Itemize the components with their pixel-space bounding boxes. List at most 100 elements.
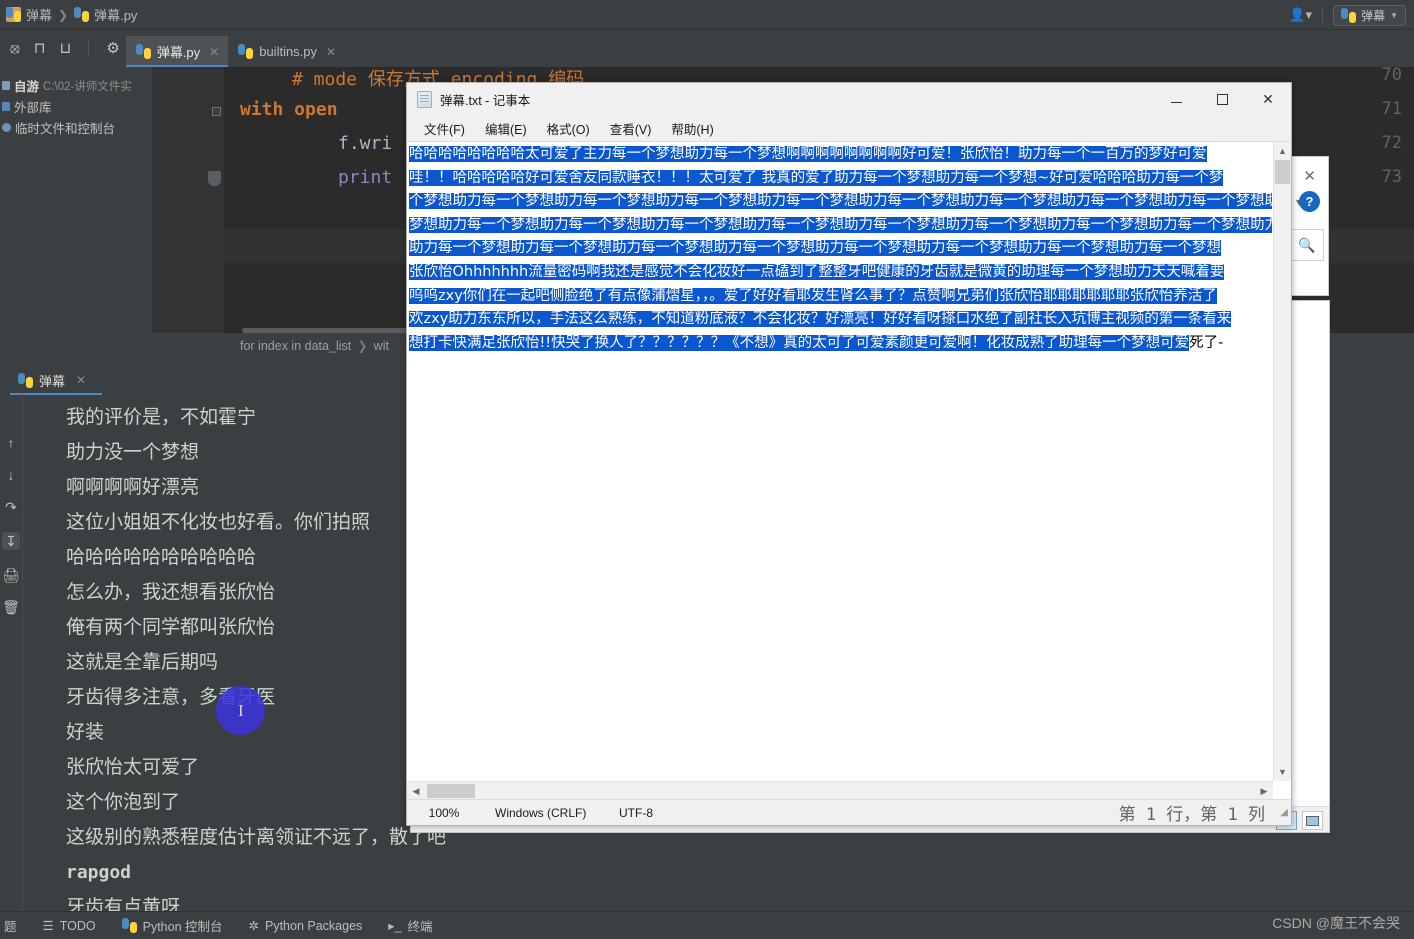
print-icon[interactable]: 🖨 [2, 568, 20, 582]
window-buttons: ✕ [1153, 83, 1291, 115]
menu-edit[interactable]: 编辑(E) [476, 117, 536, 140]
menu-view[interactable]: 查看(V) [601, 117, 661, 140]
notepad-title: 弹幕.txt - 记事本 [440, 93, 531, 108]
line-ending: Windows (CRLF) [495, 805, 587, 820]
tab-danmu-py[interactable]: 弹幕.py ✕ [125, 36, 229, 67]
close-icon[interactable]: ✕ [76, 373, 86, 387]
resize-grip-icon[interactable]: ◢ [1280, 807, 1288, 818]
status-python-packages[interactable]: ✲ Python Packages [248, 918, 363, 934]
text-line: 助力每一个梦想助力每一个梦想助力每一个梦想助力每一个梦想助力每一个梦想助力每一个… [409, 240, 1221, 257]
menu-format[interactable]: 格式(O) [538, 117, 599, 140]
status-terminal-label: 终端 [407, 920, 433, 934]
toolbar-right-group: 👤▾ 弹幕 ▼ [1289, 0, 1406, 30]
breakpoint-marker-icon[interactable] [208, 171, 221, 186]
status-terminal[interactable]: ▸_ 终端 [388, 916, 432, 935]
scroll-up-icon[interactable]: ▲ [1274, 142, 1291, 160]
breadcrumb-separator-icon: ❯ [58, 7, 69, 22]
zoom-level: 100% [428, 805, 460, 820]
status-python-console[interactable]: Python 控制台 [121, 916, 223, 935]
editor-toolbar-icons: ⦻ ⊓ ⊔ ⚙ [0, 30, 126, 67]
close-icon[interactable]: ✕ [209, 45, 219, 59]
scroll-left-icon[interactable]: ◀ [407, 782, 425, 799]
code-line-73: print [338, 167, 393, 188]
project-item-external-libraries[interactable]: 外部库 [0, 96, 152, 117]
run-configuration-selector[interactable]: 弹幕 ▼ [1333, 4, 1406, 26]
text-line-tail: 死了- [1189, 334, 1224, 351]
scroll-to-end-icon[interactable]: ↧ [2, 532, 20, 550]
user-accounts-icon[interactable]: 👤▾ [1289, 7, 1312, 23]
tab-builtins-py[interactable]: builtins.py ✕ [228, 36, 345, 67]
arrow-up-icon[interactable]: ↑ [8, 436, 15, 450]
code-line-71: with open [240, 99, 338, 120]
notepad-title-bar[interactable]: 弹幕.txt - 记事本 ✕ [407, 83, 1291, 115]
tab-label: builtins.py [259, 44, 318, 59]
toolbar-divider [88, 40, 90, 57]
wrap-text-icon[interactable]: ↷ [5, 500, 17, 514]
arrow-down-icon[interactable]: ↓ [8, 468, 15, 482]
horizontal-scroll-thumb[interactable] [427, 784, 475, 798]
python-file-icon [238, 44, 254, 59]
breadcrumb-file-label: 弹幕.py [94, 8, 138, 23]
watermark-text: CSDN @魔王不会哭 [1272, 915, 1400, 931]
trash-icon[interactable]: 🗑 [2, 600, 20, 614]
list-icon [1306, 815, 1319, 826]
notepad-window[interactable]: 弹幕.txt - 记事本 ✕ 文件(F) 编辑(E) 格式(O) 查看(V) 帮… [406, 82, 1292, 826]
notepad-text-content[interactable]: 哈哈哈哈哈哈哈哈太可爱了主力每一个梦想助力每一个梦想啊啊啊啊啊啊啊啊好可爱！张欣… [409, 143, 1272, 355]
close-icon[interactable]: ✕ [1303, 167, 1316, 185]
large-icons-view-button[interactable] [1302, 811, 1323, 830]
console-line: 牙齿有点黄呀 [66, 896, 181, 911]
close-button[interactable]: ✕ [1245, 83, 1291, 115]
status-todo[interactable]: ☰ TODO [43, 918, 96, 934]
ide-status-bar: 题 ☰ TODO Python 控制台 ✲ Python Packages ▸_… [0, 911, 1414, 939]
gear-icon[interactable]: ⚙ [106, 41, 119, 56]
scroll-right-icon[interactable]: ▶ [1255, 782, 1273, 799]
maximize-button[interactable] [1199, 83, 1245, 115]
text-line: 欢zxy助力东东所以，手法这么熟练，不知道粉底液？不会化妆？好漂亮！好好看呀搽口… [409, 311, 1232, 328]
notepad-text-area[interactable]: 哈哈哈哈哈哈哈哈太可爱了主力每一个梦想助力每一个梦想啊啊啊啊啊啊啊啊好可爱！张欣… [407, 141, 1291, 799]
minimize-button[interactable] [1153, 83, 1199, 115]
notepad-horizontal-scrollbar[interactable]: ◀ ▶ [407, 781, 1273, 799]
expand-icon[interactable]: ⊔ [60, 41, 72, 56]
terminal-icon: ▸_ [388, 919, 402, 933]
project-item-path: C:\02-讲师文件实 [43, 80, 132, 93]
status-python-console-label: Python 控制台 [142, 920, 223, 934]
packages-icon: ✲ [248, 919, 259, 933]
cursor-position: 第 1 行，第 1 列 [1118, 805, 1265, 825]
editor-breadcrumb-item-1[interactable]: wit [374, 339, 389, 353]
editor-tab-bar: ⦻ ⊓ ⊔ ⚙ 弹幕.py ✕ builtins.py ✕ [0, 30, 1414, 67]
module-icon [2, 81, 10, 90]
help-icon[interactable]: ? [1299, 191, 1320, 212]
file-tabs: 弹幕.py ✕ builtins.py ✕ [125, 30, 345, 67]
target-icon[interactable]: ⦻ [10, 41, 20, 56]
project-item-label: 自游 [14, 80, 40, 94]
breadcrumb-file[interactable]: 弹幕.py [74, 5, 137, 24]
vertical-scroll-thumb[interactable] [1275, 160, 1290, 184]
library-icon [2, 102, 10, 111]
menu-help[interactable]: 帮助(H) [662, 117, 722, 140]
notepad-vertical-scrollbar[interactable]: ▲ ▼ [1273, 142, 1291, 781]
folder-icon [6, 7, 21, 22]
breadcrumb-project[interactable]: 弹幕 [0, 5, 52, 24]
notepad-status-bar: 第 1 行，第 1 列 100% Windows (CRLF) UTF-8 ◢ [407, 799, 1291, 825]
python-file-icon [74, 7, 90, 22]
console-line: rapgod [66, 862, 132, 883]
chevron-down-icon: ▼ [1390, 10, 1398, 20]
project-item-root[interactable]: 自游 C:\02-讲师文件实 [0, 75, 152, 96]
project-item-scratches[interactable]: 临时文件和控制台 [0, 117, 152, 138]
line-number: 70 [1381, 67, 1402, 85]
search-icon[interactable]: 🔍 [1290, 229, 1324, 261]
close-icon[interactable]: ✕ [326, 45, 336, 59]
status-problems[interactable]: 题 [4, 916, 17, 935]
editor-breadcrumb-item-0[interactable]: for index in data_list [240, 339, 351, 353]
text-line: 想打卡快满足张欣怡!!快哭了换人了？？？？？？《不想》真的太可了可爱素颜更可爱啊… [409, 334, 1190, 351]
collapse-icon[interactable]: ⊓ [34, 41, 46, 56]
run-configuration-label: 弹幕 [1361, 8, 1386, 23]
text-cursor-icon: I [238, 701, 244, 720]
menu-file[interactable]: 文件(F) [415, 117, 474, 140]
project-item-label: 外部库 [14, 101, 52, 115]
line-number: 73 [1381, 167, 1402, 187]
scroll-down-icon[interactable]: ▼ [1274, 763, 1291, 781]
status-python-packages-label: Python Packages [265, 918, 363, 933]
code-fold-icon[interactable] [212, 107, 221, 116]
text-line: 个梦想助力每一个梦想助力每一个梦想助力每一个梦想助力每一个梦想助力每一个梦想助力… [409, 193, 1272, 210]
